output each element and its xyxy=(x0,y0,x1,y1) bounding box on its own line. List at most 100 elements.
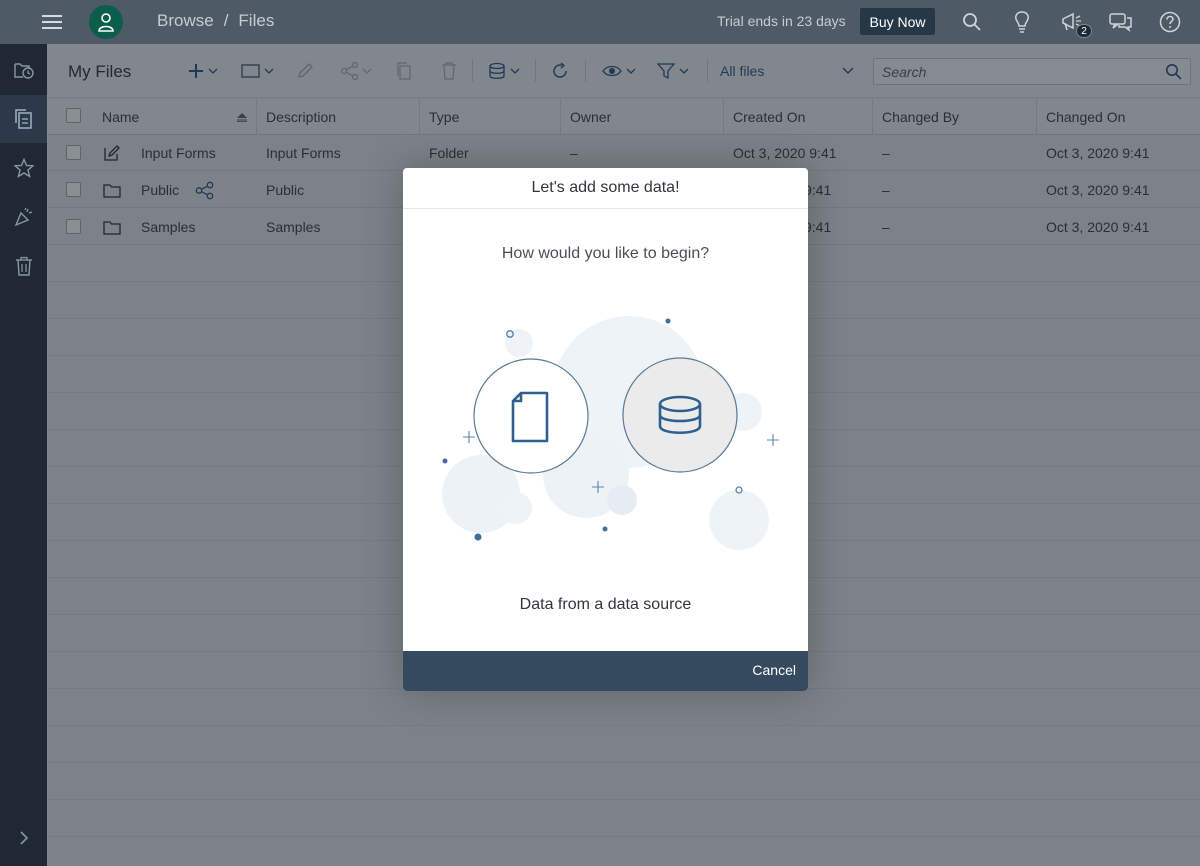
recent-files-icon xyxy=(13,63,34,79)
nav-deleted-files[interactable] xyxy=(0,242,47,290)
row-changed-by: – xyxy=(882,145,890,161)
breadcrumb-browse[interactable]: Browse xyxy=(157,11,214,30)
column-separator xyxy=(560,99,561,135)
row-name[interactable]: Samples xyxy=(141,219,195,235)
delete-button[interactable] xyxy=(441,60,457,82)
sort-ascending-icon[interactable] xyxy=(236,112,248,122)
features-icon xyxy=(14,207,32,227)
decorative-dot xyxy=(474,533,482,541)
dialog-footer: Cancel xyxy=(403,651,808,691)
toolbar-separator xyxy=(472,60,473,82)
favorites-icon xyxy=(13,158,34,178)
nav-files[interactable] xyxy=(0,95,47,143)
cancel-button[interactable]: Cancel xyxy=(752,662,796,678)
filter-button[interactable] xyxy=(657,60,691,82)
row-created-on: 9:41 xyxy=(804,219,832,235)
background-bubble xyxy=(709,490,769,550)
table-header: Name Description Type Owner Created On C… xyxy=(48,99,1200,135)
expand-icon xyxy=(19,831,28,845)
files-toolbar: My Files All files Search xyxy=(48,44,1200,98)
share-button[interactable] xyxy=(340,60,374,82)
nav-expand[interactable] xyxy=(0,814,47,862)
search-input[interactable] xyxy=(882,63,1152,81)
user-icon xyxy=(98,13,114,32)
select-all-checkbox[interactable] xyxy=(66,108,81,123)
menu-icon[interactable] xyxy=(38,10,66,34)
search-icon[interactable] xyxy=(1165,63,1182,80)
delete-icon xyxy=(442,62,456,80)
add-button[interactable] xyxy=(188,60,220,82)
help-icon[interactable] xyxy=(1158,10,1182,34)
column-header-description[interactable]: Description xyxy=(266,109,336,125)
row-description: Public xyxy=(266,182,305,198)
column-header-changed-on[interactable]: Changed On xyxy=(1046,109,1125,125)
add-icon xyxy=(189,64,218,78)
nav-recent-files[interactable] xyxy=(0,46,47,94)
notification-badge: 2 xyxy=(1076,24,1092,38)
row-name[interactable]: Input Forms xyxy=(141,145,216,161)
row-changed-by: – xyxy=(882,219,890,235)
column-header-type[interactable]: Type xyxy=(429,109,459,125)
column-separator xyxy=(872,99,873,135)
table-row[interactable]: Input Forms Input Forms Folder – Oct 3, … xyxy=(48,135,1200,171)
row-checkbox[interactable] xyxy=(66,219,81,234)
decorative-dot xyxy=(602,526,608,532)
buy-now-button[interactable]: Buy Now xyxy=(860,8,935,35)
column-header-owner[interactable]: Owner xyxy=(570,109,611,125)
row-type: Folder xyxy=(429,145,469,161)
column-separator xyxy=(256,99,257,135)
scope-select[interactable]: All files xyxy=(710,61,858,83)
column-header-changed-by[interactable]: Changed By xyxy=(882,109,959,125)
file-option[interactable] xyxy=(473,358,589,474)
toolbar-separator xyxy=(707,60,708,82)
refresh-button[interactable] xyxy=(551,60,569,82)
empty-row xyxy=(48,727,1200,763)
empty-row xyxy=(48,801,1200,837)
decorative-dot xyxy=(442,458,448,464)
view-button[interactable] xyxy=(602,60,638,82)
breadcrumb-files[interactable]: Files xyxy=(238,11,274,30)
nav-favorites[interactable] xyxy=(0,144,47,192)
search-icon[interactable] xyxy=(960,10,984,34)
background-bubble xyxy=(500,492,532,524)
row-created-on: 9:41 xyxy=(804,182,832,198)
empty-row xyxy=(48,764,1200,800)
row-checkbox[interactable] xyxy=(66,145,81,160)
scope-select-value: All files xyxy=(720,63,765,79)
copy-button[interactable] xyxy=(396,60,412,82)
decorative-dot xyxy=(665,318,671,324)
add-data-dialog: Let's add some data! How would you like … xyxy=(403,168,808,691)
sparkle xyxy=(767,434,779,446)
breadcrumb: Browse / Files xyxy=(157,11,274,31)
column-separator xyxy=(419,99,420,135)
deleted-files-icon xyxy=(15,256,32,276)
folder-button[interactable] xyxy=(241,60,277,82)
dialog-title: Let's add some data! xyxy=(403,168,808,209)
megaphone-icon[interactable]: 2 xyxy=(1060,10,1092,38)
row-description: Input Forms xyxy=(266,145,341,161)
share-icon xyxy=(340,62,372,80)
filter-icon xyxy=(657,63,689,80)
user-avatar[interactable] xyxy=(89,5,123,39)
folder-icon xyxy=(241,64,274,78)
row-changed-by: – xyxy=(882,182,890,198)
edit-button[interactable] xyxy=(296,60,314,82)
column-header-name[interactable]: Name xyxy=(102,109,139,125)
column-header-created-on[interactable]: Created On xyxy=(733,109,805,125)
row-description: Samples xyxy=(266,219,321,235)
row-name[interactable]: Public xyxy=(141,182,179,198)
lightbulb-icon[interactable] xyxy=(1010,10,1034,34)
breadcrumb-separator: / xyxy=(223,11,229,30)
dialog-illustration xyxy=(442,316,779,550)
page-title: My Files xyxy=(68,62,132,81)
copy-icon xyxy=(397,62,411,80)
edit-form-icon xyxy=(104,145,120,161)
shell-bar: Browse / Files Trial ends in 23 days Buy N… xyxy=(0,0,1200,44)
search-field[interactable] xyxy=(873,58,1191,85)
feedback-icon[interactable] xyxy=(1109,10,1133,34)
nav-features[interactable] xyxy=(0,193,47,241)
row-checkbox[interactable] xyxy=(66,182,81,197)
data-button[interactable] xyxy=(489,60,523,82)
data-source-option[interactable] xyxy=(622,357,738,473)
row-changed-on: Oct 3, 2020 9:41 xyxy=(1046,182,1150,198)
